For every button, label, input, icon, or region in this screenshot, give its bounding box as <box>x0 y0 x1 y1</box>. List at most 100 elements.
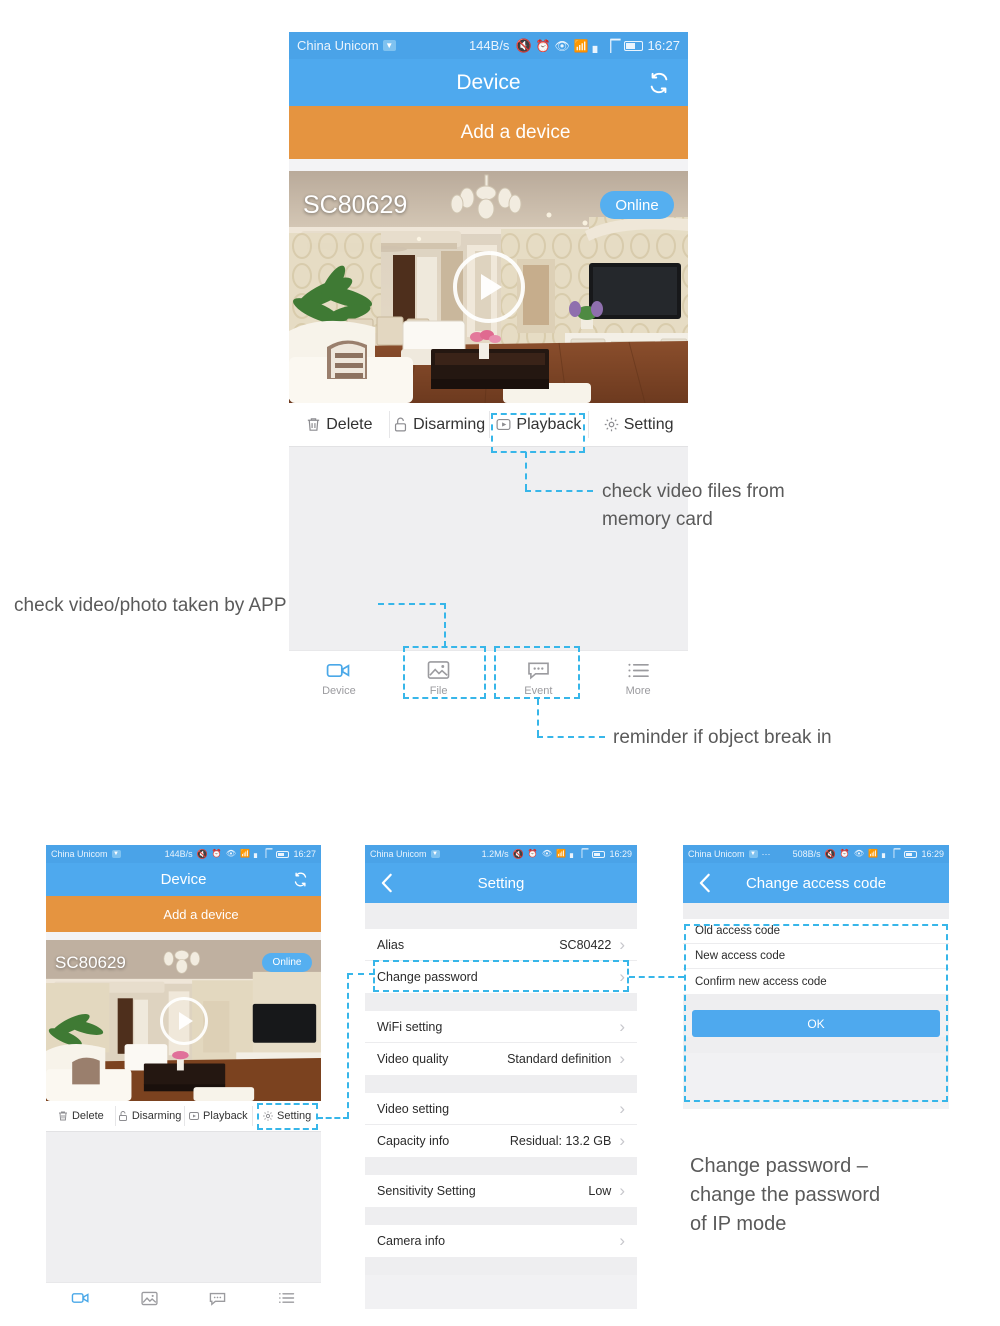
chevron-left-icon[interactable] <box>697 863 713 903</box>
tab-device[interactable]: Device <box>46 1283 115 1309</box>
row-capacity-info[interactable]: Capacity info Residual: 13.2 GB › <box>365 1125 637 1157</box>
tab-event[interactable]: Event <box>184 1283 253 1309</box>
refresh-icon[interactable] <box>648 59 670 106</box>
chevron-right-icon: › <box>619 1231 625 1250</box>
signal-4g-icon: ▖▕▔ <box>592 38 621 53</box>
row-label: WiFi setting <box>377 1019 443 1034</box>
navbar: Setting <box>365 863 637 903</box>
tab-more[interactable]: More <box>588 651 688 705</box>
highlight-tab-event <box>494 646 580 699</box>
chevron-right-icon: › <box>619 1131 625 1150</box>
alarm-icon: ⏰ <box>535 38 551 53</box>
highlight-setting-small <box>257 1103 318 1130</box>
navbar: Device <box>289 59 688 106</box>
section-gap <box>683 903 949 919</box>
chevron-right-icon: › <box>619 1181 625 1200</box>
eye-icon: 👁 <box>853 849 865 858</box>
list-icon <box>278 1291 295 1305</box>
eye-icon: 👁 <box>541 849 553 858</box>
connector-playback-vertical <box>525 452 527 490</box>
row-value: SC80422 <box>559 937 612 952</box>
ellipsis-icon: ⋯ <box>761 848 771 859</box>
row-value: Residual: 13.2 GB <box>509 1134 612 1148</box>
add-device-button[interactable]: Add a device <box>46 896 321 932</box>
playback-button[interactable]: Playback <box>183 1101 253 1131</box>
small-phone-device-screen: China Unicom ▼ 144B/s 🔇 ⏰ 👁 📶 ▖▕▔ 16:27 … <box>46 845 321 1309</box>
plus-icon <box>407 120 433 146</box>
connector-setting-vertical <box>347 973 349 1118</box>
row-camera-info[interactable]: Camera info › <box>365 1225 637 1257</box>
highlight-change-password-row <box>373 960 629 992</box>
connector-setting-horizontal <box>317 1117 349 1119</box>
mute-icon: 🔇 <box>515 38 532 53</box>
signal-4g-icon: ▖▕▔ <box>570 849 589 858</box>
signal-4g-icon: ▖▕▔ <box>254 849 273 858</box>
delete-label: Delete <box>71 1110 104 1122</box>
navbar: Change access code <box>683 863 949 903</box>
image-icon <box>141 1291 158 1306</box>
delete-button[interactable]: Delete <box>289 403 389 446</box>
row-wifi-setting[interactable]: WiFi setting › <box>365 1011 637 1043</box>
battery-icon <box>276 850 290 858</box>
tab-device-label: Device <box>322 684 356 697</box>
camera-name-label: SC80629 <box>55 953 126 972</box>
tab-device[interactable]: Device <box>289 651 389 705</box>
disarming-button[interactable]: Disarming <box>114 1101 184 1131</box>
tab-more[interactable]: More <box>252 1283 321 1309</box>
play-icon[interactable] <box>452 251 525 323</box>
connector-setting-to-password <box>347 973 375 975</box>
row-video-quality[interactable]: Video quality Standard definition › <box>365 1043 637 1075</box>
carrier-label: China Unicom <box>688 849 745 859</box>
section-gap <box>365 1257 637 1275</box>
tab-file[interactable]: File <box>115 1283 184 1309</box>
wifi-icon: 📶 <box>556 849 566 858</box>
page-title: Device <box>160 871 207 888</box>
add-device-button[interactable]: Add a device <box>289 106 688 159</box>
bottom-tab-bar: Device File <box>289 650 688 705</box>
eye-icon: 👁 <box>554 38 570 53</box>
chevron-right-icon: › <box>619 1049 625 1068</box>
section-gap <box>365 993 637 1011</box>
row-sensitivity-setting[interactable]: Sensitivity Setting Low › <box>365 1175 637 1207</box>
delete-button[interactable]: Delete <box>46 1101 115 1131</box>
note-playback: check video files from memory card <box>602 481 785 530</box>
clock-label: 16:27 <box>293 849 316 859</box>
add-device-label: Add a device <box>163 906 239 922</box>
chevron-right-icon: › <box>619 1016 625 1036</box>
disarming-label: Disarming <box>131 1110 182 1122</box>
camera-card[interactable]: SC80629 Online <box>46 940 321 1101</box>
sim-icon: ▼ <box>748 850 758 858</box>
section-gap <box>289 159 688 171</box>
note-event: reminder if object break in <box>613 727 832 748</box>
list-icon <box>627 661 650 680</box>
connector-event-vertical <box>537 699 539 736</box>
navbar: Device <box>46 863 321 896</box>
status-bar: China Unicom ▼ 1.2M/s 🔇 ⏰ 👁 📶 ▖▕▔ 16:29 <box>365 845 637 863</box>
connector-playback-horizontal <box>525 490 593 492</box>
camcorder-icon <box>71 1291 90 1305</box>
camera-card[interactable]: SC80629 Online <box>289 171 688 403</box>
disarming-label: Disarming <box>413 415 486 433</box>
sim-icon: ▼ <box>382 40 396 51</box>
bottom-tab-bar: Device File <box>46 1282 321 1309</box>
connector-password-to-accesscode <box>629 976 684 978</box>
row-label: Alias <box>377 937 405 952</box>
refresh-icon[interactable] <box>293 863 308 896</box>
network-speed-label: 144B/s <box>468 38 510 53</box>
row-alias[interactable]: Alias SC80422 › <box>365 929 637 961</box>
note-change-password: Change password – change the password of… <box>690 1155 881 1235</box>
chevron-left-icon[interactable] <box>379 863 395 903</box>
camcorder-icon <box>326 661 351 680</box>
section-gap <box>365 1207 637 1225</box>
tab-file-label: File <box>143 1309 156 1310</box>
row-video-setting[interactable]: Video setting › <box>365 1093 637 1125</box>
disarming-button[interactable]: Disarming <box>388 403 489 446</box>
setting-button[interactable]: Setting <box>588 403 688 446</box>
clock-label: 16:29 <box>921 849 944 859</box>
tab-event-label: Event <box>208 1309 228 1310</box>
small-phone-setting-screen: China Unicom ▼ 1.2M/s 🔇 ⏰ 👁 📶 ▖▕▔ 16:29 … <box>365 845 637 1309</box>
status-badge: Online <box>600 191 674 219</box>
play-icon[interactable] <box>159 996 208 1045</box>
wifi-icon: 📶 <box>573 38 589 53</box>
unlock-icon <box>117 1110 129 1122</box>
